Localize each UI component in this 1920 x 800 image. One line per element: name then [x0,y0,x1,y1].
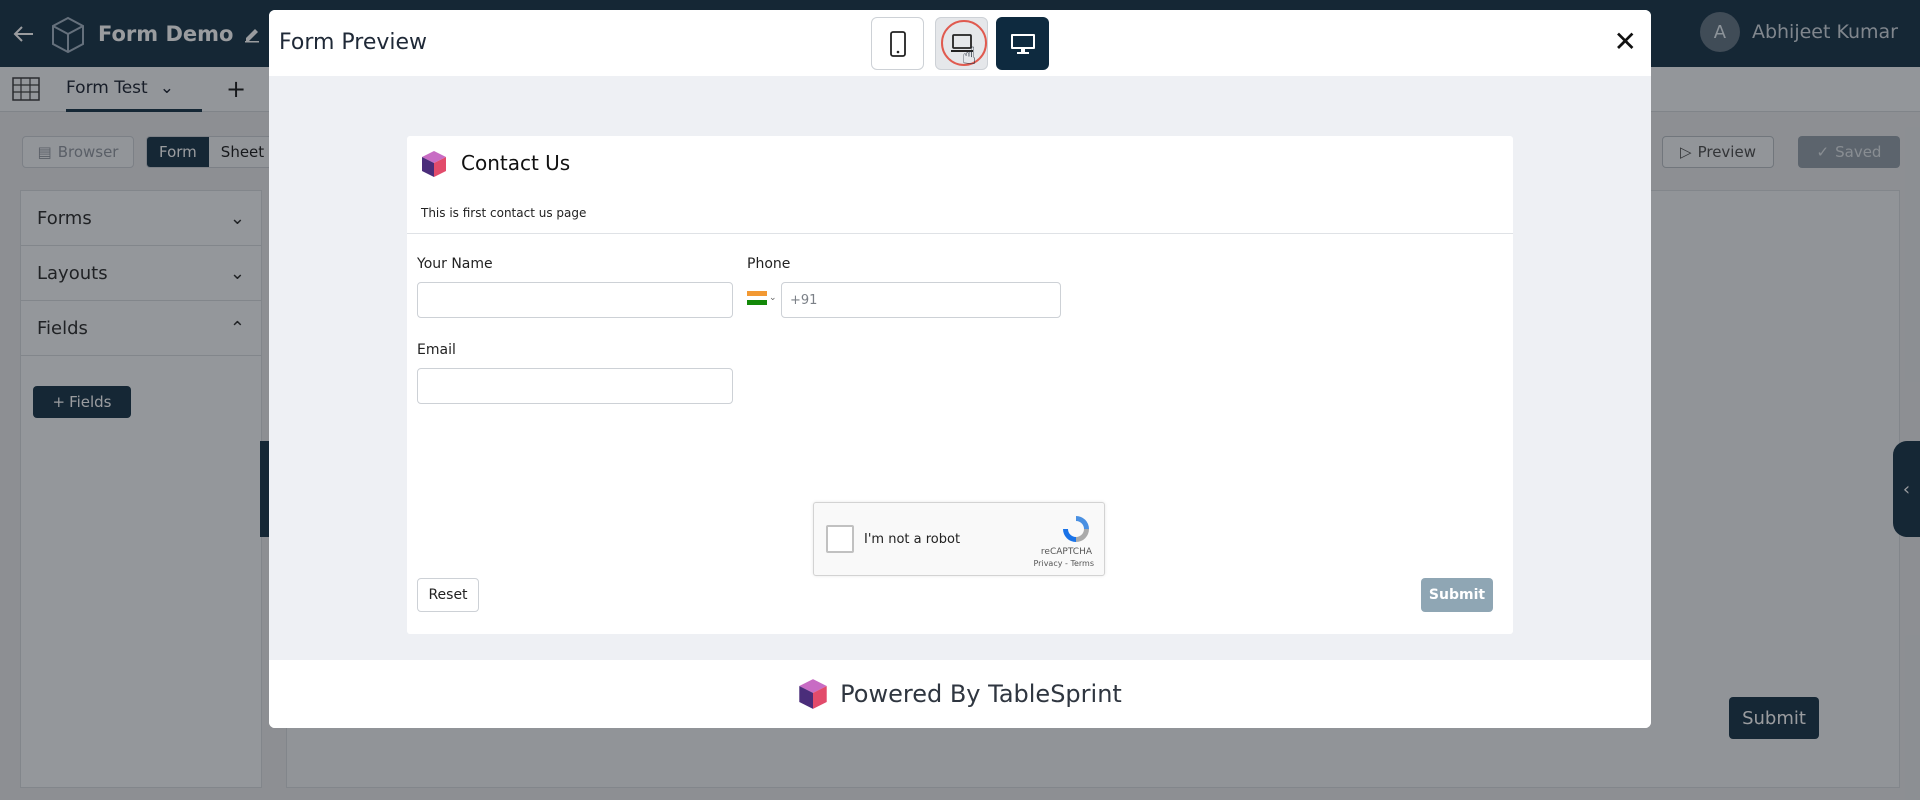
preview-body: Contact Us This is first contact us page… [269,76,1651,660]
chevron-down-icon: ⌄ [769,293,777,303]
close-icon[interactable]: ✕ [1614,28,1637,56]
phone-input[interactable]: +91 [781,282,1061,318]
desktop-icon [1010,33,1035,54]
recaptcha-checkbox[interactable] [826,525,854,553]
recaptcha-icon [1063,516,1089,542]
reset-button[interactable]: Reset [417,578,479,612]
powered-by-text: Powered By TableSprint [840,680,1122,708]
form-card: Contact Us This is first contact us page… [407,136,1513,634]
recaptcha-brand: reCAPTCHA [1040,547,1092,557]
recaptcha-label: I'm not a robot [864,532,961,547]
tablesprint-logo-icon [799,679,827,709]
mobile-icon [889,30,906,57]
submit-button[interactable]: Submit [1421,578,1493,612]
mobile-view-button[interactable] [871,17,924,70]
email-label: Email [417,342,456,358]
india-flag-icon [747,291,767,306]
tablesprint-logo-icon [422,151,446,177]
modal-title: Form Preview [279,30,428,55]
recaptcha-links[interactable]: Privacy - Terms [1034,559,1095,568]
country-select[interactable]: ⌄ [747,291,777,306]
modal-footer: Powered By TableSprint [269,660,1651,728]
email-input[interactable] [417,368,733,404]
form-preview-modal: Form Preview ☝ ✕ Contact Us This is firs… [269,10,1651,728]
form-description: This is first contact us page [421,206,587,220]
form-header: Contact Us This is first contact us page [407,136,1513,234]
hand-cursor-icon: ☝ [962,42,977,70]
desktop-view-button[interactable] [996,17,1049,70]
recaptcha-widget: I'm not a robot reCAPTCHA Privacy - Term… [813,502,1105,576]
phone-label: Phone [747,256,791,272]
name-input[interactable] [417,282,733,318]
modal-header: Form Preview ☝ ✕ [269,10,1651,76]
form-title: Contact Us [461,151,571,175]
name-label: Your Name [417,256,493,272]
